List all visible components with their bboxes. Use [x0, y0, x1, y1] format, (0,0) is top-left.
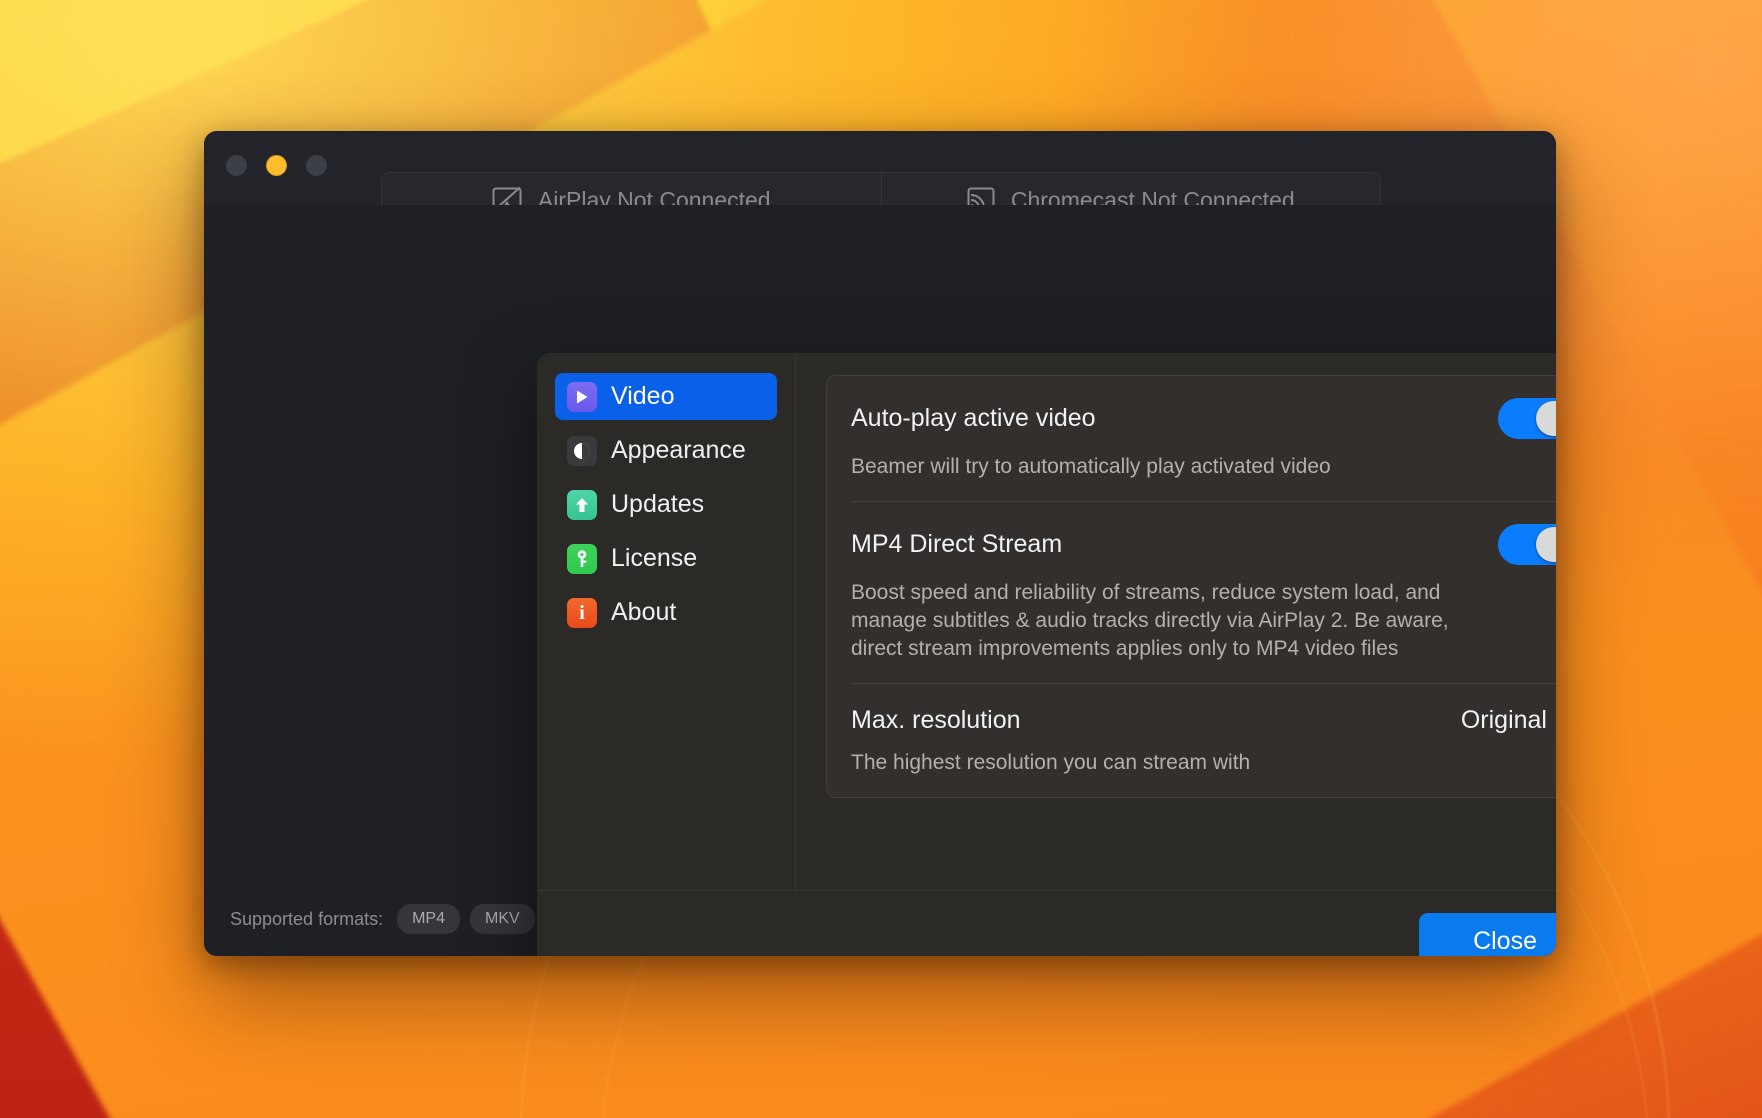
- contrast-icon: [567, 436, 597, 466]
- settings-dialog-body: Video Appearance: [537, 353, 1556, 890]
- info-icon: i: [567, 598, 597, 628]
- supported-formats-label: Supported formats:: [230, 909, 383, 930]
- settings-sidebar: Video Appearance: [537, 353, 796, 890]
- sidebar-item-label: License: [611, 544, 697, 573]
- sidebar-item-video[interactable]: Video: [555, 373, 777, 420]
- setting-row-max-resolution: Max. resolution Original The highest re: [851, 683, 1556, 797]
- video-settings-card: Auto-play active video Beamer will try t…: [826, 375, 1556, 798]
- sidebar-item-label: About: [611, 598, 676, 627]
- settings-content: Auto-play active video Beamer will try t…: [796, 353, 1556, 890]
- desktop-wallpaper: AirPlay Not Connected Chromecast Not Con…: [0, 0, 1762, 1118]
- mp4-direct-stream-toggle[interactable]: [1498, 524, 1556, 565]
- toggle-knob: [1536, 401, 1556, 436]
- settings-dialog-footer: Close: [537, 890, 1556, 956]
- close-button[interactable]: Close: [1419, 913, 1556, 956]
- setting-title: Auto-play active video: [851, 404, 1096, 433]
- traffic-lights: [226, 155, 327, 176]
- settings-dialog: Video Appearance: [537, 353, 1556, 956]
- setting-description: The highest resolution you can stream wi…: [851, 749, 1471, 777]
- sidebar-item-appearance[interactable]: Appearance: [555, 427, 777, 474]
- format-pill: MKV: [470, 904, 535, 934]
- sidebar-item-updates[interactable]: Updates: [555, 481, 777, 528]
- window-titlebar: AirPlay Not Connected Chromecast Not Con…: [204, 131, 1556, 205]
- max-resolution-select[interactable]: Original: [1461, 706, 1556, 735]
- setting-row-auto-play: Auto-play active video Beamer will try t…: [851, 376, 1556, 501]
- play-icon: [567, 382, 597, 412]
- format-pill: MP4: [397, 904, 460, 934]
- setting-row-mp4-direct-stream: MP4 Direct Stream Boost speed and reliab…: [851, 501, 1556, 683]
- sidebar-item-license[interactable]: License: [555, 535, 777, 582]
- setting-description: Beamer will try to automatically play ac…: [851, 453, 1471, 481]
- app-window: AirPlay Not Connected Chromecast Not Con…: [204, 131, 1556, 956]
- sidebar-item-label: Appearance: [611, 436, 746, 465]
- toggle-knob: [1536, 527, 1556, 562]
- minimize-window-button[interactable]: [266, 155, 287, 176]
- zoom-window-button[interactable]: [306, 155, 327, 176]
- sidebar-item-label: Video: [611, 382, 675, 411]
- auto-play-toggle[interactable]: [1498, 398, 1556, 439]
- sidebar-item-about[interactable]: i About: [555, 589, 777, 636]
- setting-title: Max. resolution: [851, 706, 1021, 735]
- sidebar-item-label: Updates: [611, 490, 704, 519]
- close-window-button[interactable]: [226, 155, 247, 176]
- setting-description: Boost speed and reliability of streams, …: [851, 579, 1471, 663]
- max-resolution-value: Original: [1461, 706, 1547, 735]
- key-icon: [567, 544, 597, 574]
- setting-title: MP4 Direct Stream: [851, 530, 1062, 559]
- up-arrow-icon: [567, 490, 597, 520]
